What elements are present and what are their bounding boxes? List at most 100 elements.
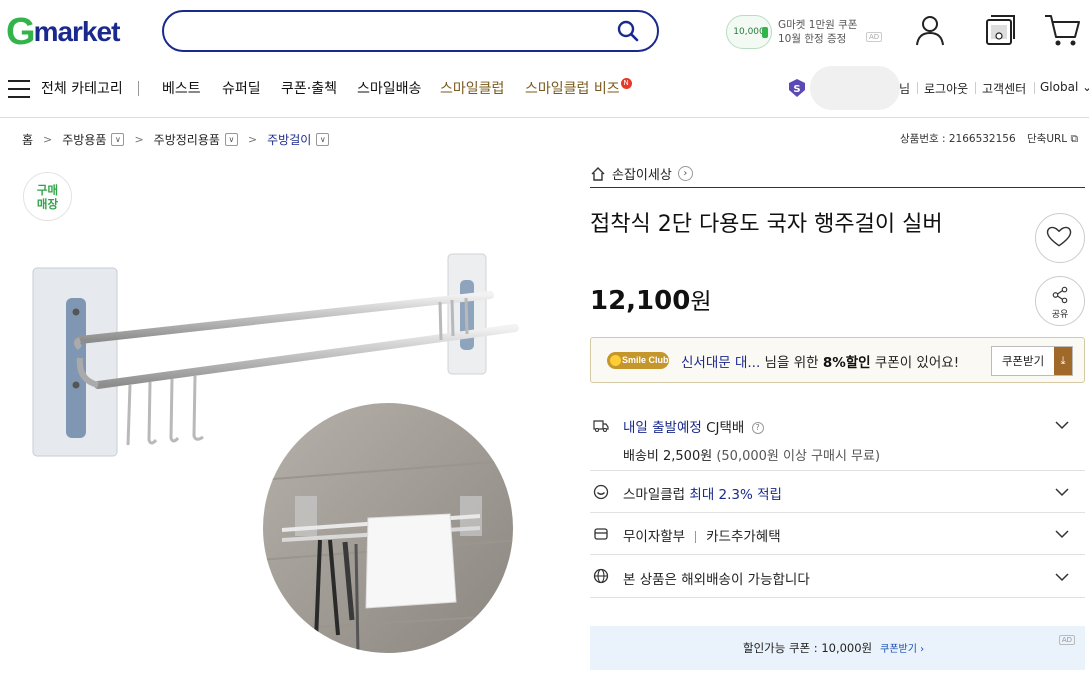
search-bar — [162, 10, 659, 52]
card-benefit-label: 카드추가혜택 — [706, 529, 781, 545]
promo-badge-text: 10,000 — [733, 27, 765, 37]
installment-row[interactable]: 무이자할부 카드추가혜택 — [590, 513, 1085, 555]
wishlist-button[interactable] — [1035, 213, 1085, 263]
chevron-down-icon — [1055, 488, 1069, 497]
coupon-text-end: 쿠폰이 있어요! — [870, 355, 960, 371]
carrier-label: CJ택배 — [706, 420, 745, 436]
price-value: 12,100 — [590, 286, 691, 316]
chevron-down-icon[interactable]: ∨ — [316, 132, 330, 146]
customer-center-link[interactable]: 고객센터 — [982, 80, 1026, 97]
chevron-right-icon: › — [677, 166, 693, 181]
search-icon[interactable] — [617, 20, 639, 42]
chevron-down-icon: ⌄ — [1082, 80, 1089, 94]
my-page-user-icon[interactable] — [912, 12, 948, 48]
menu-icon[interactable] — [8, 80, 30, 98]
smileclub-reward-row[interactable]: 스마일클럽 최대 2.3% 적립 — [590, 471, 1085, 513]
overseas-shipping-row[interactable]: 본 상품은 해외배송이 가능합니다 — [590, 555, 1085, 598]
help-icon[interactable]: ? — [751, 422, 764, 434]
get-coupon-button[interactable]: 쿠폰받기 ⤓ — [991, 346, 1073, 376]
interest-free-label: 무이자할부 — [623, 529, 686, 545]
smileclub-label: 스마일클럽 — [623, 487, 686, 503]
buy-store-badge[interactable]: 구매 매장 — [23, 172, 72, 221]
new-badge: N — [620, 78, 632, 89]
available-coupon-text: 할인가능 쿠폰 : 10,000원 쿠폰받기 › — [743, 640, 924, 656]
chevron-right-icon: > — [247, 132, 258, 146]
truck-icon — [593, 420, 609, 432]
chevron-down-icon — [1055, 530, 1069, 539]
promo-text: G마켓 1만원 쿠폰 10월 한정 증정 — [778, 18, 857, 46]
chevron-down-icon — [1055, 573, 1069, 582]
smile-club-logo: Smile Club — [607, 352, 669, 369]
free-shipping-condition: (50,000원 이상 구매시 무료) — [716, 449, 881, 464]
shipping-info-row[interactable]: 내일 출발예정 CJ택배 ? 배송비 2,500원 (50,000원 이상 구매… — [590, 404, 1085, 471]
nav-smile-club-biz-label: 스마일클럽 비즈 — [525, 81, 620, 97]
svg-text:S: S — [793, 84, 800, 95]
globe-icon — [593, 568, 609, 584]
share-button[interactable]: 공유 — [1035, 276, 1085, 326]
breadcrumb-kitchen-hanger[interactable]: 주방걸이 — [267, 131, 311, 148]
coupon-location: 신서대문 대... — [681, 355, 761, 371]
search-input[interactable] — [182, 12, 602, 48]
seller-name: 손잡이세상 — [612, 168, 672, 183]
chevron-right-icon: > — [134, 132, 144, 146]
chevron-down-icon[interactable]: ∨ — [224, 132, 238, 146]
all-categories-button[interactable]: 전체 카테고리 — [41, 78, 123, 98]
share-label: 공유 — [1051, 310, 1069, 320]
gmarket-logo[interactable]: Gmarket — [6, 11, 121, 53]
buy-badge-line-1: 구매 — [36, 183, 59, 197]
home-icon — [591, 166, 605, 181]
nav-smile-club[interactable]: 스마일클럽 — [440, 78, 504, 98]
ad-label: AD — [1058, 635, 1075, 645]
smileclub-reward-text: 스마일클럽 최대 2.3% 적립 — [623, 483, 782, 503]
logout-link[interactable]: 로그아웃 — [924, 80, 968, 97]
heart-icon — [1046, 226, 1072, 247]
short-url-button[interactable]: 단축URL ⧉ — [1027, 131, 1078, 146]
header: Gmarket 10,000 G마켓 1만원 쿠폰 10월 한정 증정 AD — [0, 0, 1089, 62]
nav-coupon-checkin[interactable]: 쿠폰·출첵 — [281, 78, 337, 98]
copy-icon: ⧉ — [1070, 133, 1079, 145]
nav-superdeal[interactable]: 슈퍼딜 — [222, 78, 261, 98]
shipping-dispatch: 내일 출발예정 CJ택배 ? — [623, 416, 764, 436]
util-divider — [1034, 82, 1035, 94]
available-coupon-amount: 할인가능 쿠폰 : 10,000원 — [743, 641, 873, 655]
download-icon: ⤓ — [1054, 347, 1072, 375]
logo-text: market — [33, 16, 121, 47]
promo-line-2: 10월 한정 증정 — [778, 33, 847, 45]
card-icon — [594, 528, 608, 540]
chevron-down-icon[interactable]: ∨ — [111, 132, 125, 146]
nav-smile-delivery[interactable]: 스마일배송 — [357, 78, 421, 98]
get-coupon-label: 쿠폰받기 — [1001, 354, 1045, 368]
global-label: Global — [1040, 80, 1079, 94]
cart-icon[interactable] — [1043, 12, 1081, 48]
product-number: 상품번호 : 2166532156 — [900, 133, 1016, 145]
shipping-fee-value: 배송비 2,500원 — [623, 449, 713, 464]
short-url-label: 단축URL — [1027, 133, 1068, 145]
seller-store-link[interactable]: 손잡이세상 › — [590, 160, 1085, 188]
dispatch-label: 내일 출발예정 — [623, 420, 702, 436]
promo-coupon-banner[interactable]: 10,000 G마켓 1만원 쿠폰 10월 한정 증정 AD — [726, 14, 886, 50]
breadcrumb: 홈 > 주방용품 ∨ > 주방정리용품 ∨ > 주방걸이 ∨ — [22, 130, 330, 148]
smile-club-member-icon: S — [789, 79, 805, 97]
recent-viewed-icon[interactable] — [982, 12, 1018, 48]
breadcrumb-kitchenware[interactable]: 주방용품 — [62, 131, 106, 148]
breadcrumb-home[interactable]: 홈 — [22, 131, 33, 148]
installment-text: 무이자할부 카드추가혜택 — [623, 525, 781, 545]
breadcrumb-kitchen-storage[interactable]: 주방정리용품 — [154, 131, 220, 148]
product-title: 접착식 2단 다용도 국자 행주걸이 실버 — [590, 212, 943, 237]
shipping-fee: 배송비 2,500원 (50,000원 이상 구매시 무료) — [623, 445, 880, 464]
nav-smile-club-biz[interactable]: 스마일클럽 비즈 N — [525, 78, 632, 98]
global-menu[interactable]: Global ⌄ — [1040, 80, 1089, 94]
promo-line-1: G마켓 1만원 쿠폰 — [778, 19, 858, 31]
smile-coin-icon — [593, 484, 609, 500]
util-divider — [917, 82, 918, 94]
nav-best[interactable]: 베스트 — [162, 78, 201, 98]
coupon-discount: 8%할인 — [822, 355, 871, 371]
nav-divider — [138, 81, 139, 96]
product-image[interactable] — [20, 240, 560, 670]
coupon-message: 신서대문 대... 님을 위한 8%할인 쿠폰이 있어요! — [681, 351, 959, 371]
coupon-text-mid: 님을 위한 — [760, 355, 823, 371]
share-icon — [1052, 286, 1068, 304]
ad-label: AD — [866, 32, 883, 42]
blurred-username — [810, 66, 900, 110]
get-coupon-link[interactable]: 쿠폰받기 › — [880, 644, 924, 655]
